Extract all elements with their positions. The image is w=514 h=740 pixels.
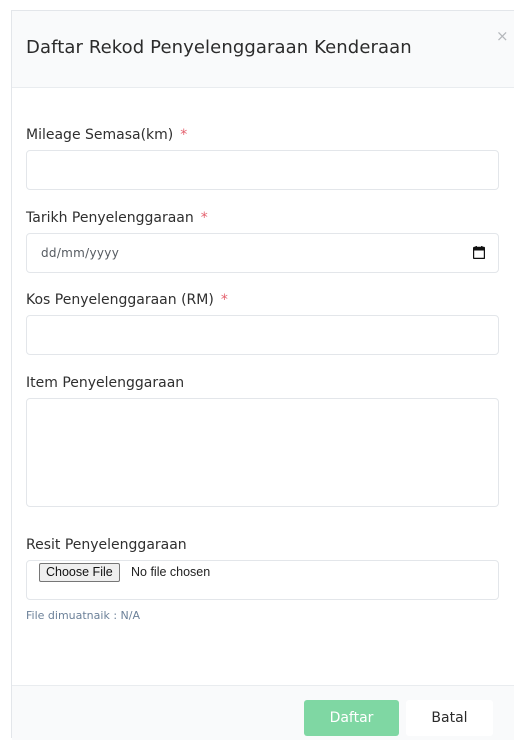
modal-title: Daftar Rekod Penyelenggaraan Kenderaan	[26, 37, 412, 58]
uploaded-file-note: File dimuatnaik : N/A	[26, 609, 140, 622]
calendar-icon[interactable]	[473, 246, 485, 259]
choose-file-button[interactable]: Choose File	[39, 563, 120, 582]
cost-label-text: Kos Penyelenggaraan (RM)	[26, 292, 214, 308]
mileage-input[interactable]	[26, 150, 499, 190]
submit-button[interactable]: Daftar	[304, 700, 399, 736]
date-label: Tarikh Penyelenggaraan *	[26, 210, 208, 226]
required-asterisk: *	[220, 292, 228, 308]
required-asterisk: *	[180, 127, 188, 143]
required-asterisk: *	[200, 210, 208, 226]
modal-header: Daftar Rekod Penyelenggaraan Kenderaan ×	[12, 11, 514, 88]
cancel-button[interactable]: Batal	[406, 700, 493, 736]
items-textarea[interactable]	[26, 398, 499, 507]
receipt-label: Resit Penyelenggaraan	[26, 537, 187, 553]
mileage-label-text: Mileage Semasa(km)	[26, 127, 174, 143]
date-input[interactable]: dd/mm/yyyy	[26, 233, 499, 273]
close-icon[interactable]: ×	[496, 29, 509, 44]
mileage-label: Mileage Semasa(km) *	[26, 127, 187, 143]
cost-input[interactable]	[26, 315, 499, 355]
maintenance-record-modal: Daftar Rekod Penyelenggaraan Kenderaan ×…	[11, 10, 514, 740]
date-placeholder: dd/mm/yyyy	[41, 246, 120, 260]
receipt-file-input[interactable]: Choose File No file chosen	[26, 560, 499, 600]
items-label: Item Penyelenggaraan	[26, 375, 185, 391]
date-label-text: Tarikh Penyelenggaraan	[26, 210, 194, 226]
file-status-text: No file chosen	[131, 565, 211, 579]
cost-label: Kos Penyelenggaraan (RM) *	[26, 292, 228, 308]
modal-footer: Daftar Batal	[12, 685, 514, 740]
